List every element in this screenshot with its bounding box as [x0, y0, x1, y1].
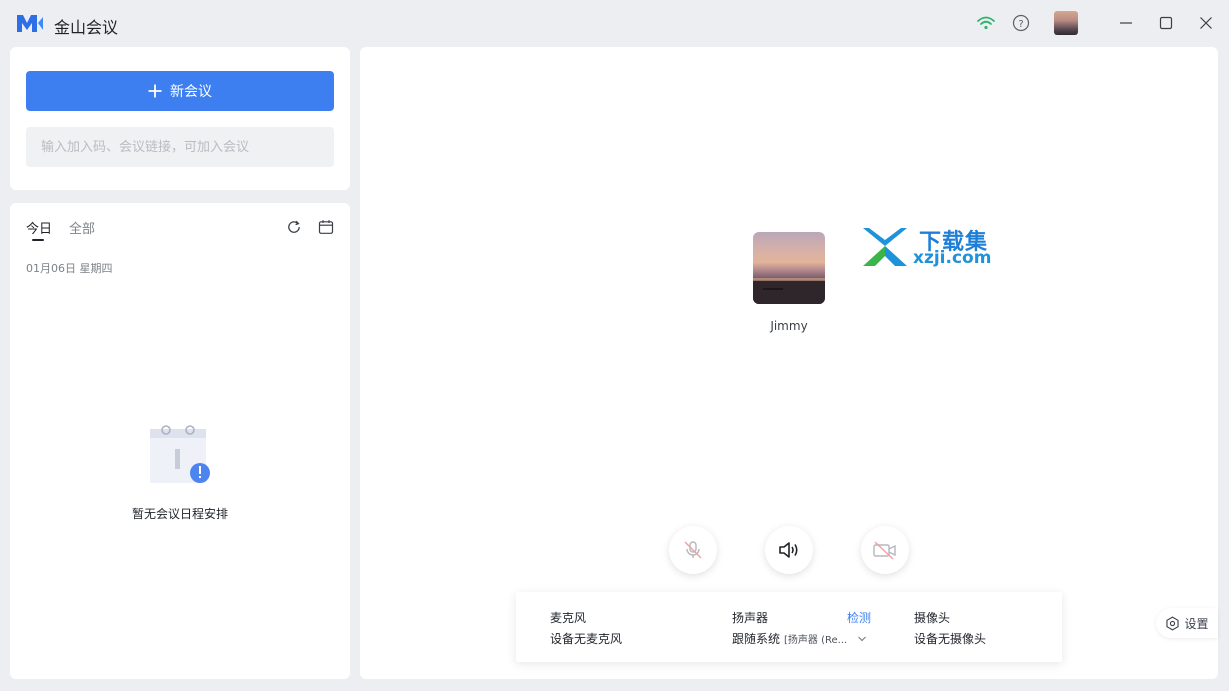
user-name: Jimmy: [770, 319, 808, 333]
empty-schedule-illustration: [150, 425, 210, 483]
camera-off-icon: [873, 541, 896, 560]
mic-off-icon: [684, 541, 702, 559]
chevron-down-icon: [858, 636, 867, 641]
empty-schedule-text: 暂无会议日程安排: [131, 507, 228, 521]
quick-start-card: 新会议: [10, 47, 350, 190]
speaker-check-link[interactable]: 检测: [847, 609, 871, 626]
device-settings-panel: 麦克风 设备无麦克风 扬声器 检测 跟随系统 [扬声器 (Re... 摄像头 设…: [516, 592, 1062, 662]
avatar[interactable]: [1054, 11, 1078, 35]
speaker-device-name: [扬声器 (Re...: [784, 635, 848, 646]
settings-label: 设置: [1184, 616, 1209, 631]
watermark: 下载集 xzji.com: [861, 224, 1001, 272]
minimize-icon[interactable]: [1115, 12, 1137, 34]
date-label: 01月06日 星期四: [26, 262, 113, 275]
speaker-value: 跟随系统: [732, 632, 781, 646]
user-avatar: [753, 232, 825, 304]
svg-text:?: ?: [1018, 19, 1023, 30]
settings-button[interactable]: 设置: [1156, 608, 1218, 638]
tab-today[interactable]: 今日: [26, 218, 52, 241]
app-title: 金山会议: [54, 18, 119, 37]
schedule-card: 今日 全部 01月06日 星期四 暂无会议日程安排: [10, 203, 350, 679]
watermark-logo-icon: [863, 228, 907, 266]
tab-all[interactable]: 全部: [69, 218, 95, 237]
join-meeting-input[interactable]: [26, 127, 334, 167]
speaker-toggle-button[interactable]: [765, 526, 813, 574]
mic-value: 设备无麦克风: [550, 632, 623, 646]
new-meeting-label: 新会议: [170, 84, 212, 100]
watermark-url: xzji.com: [913, 248, 992, 268]
refresh-icon[interactable]: [283, 216, 305, 238]
meeting-preview-panel: Jimmy 下载集 xzji.com: [360, 47, 1218, 679]
camera-toggle-button[interactable]: [861, 526, 909, 574]
camera-label: 摄像头: [914, 611, 951, 625]
maximize-icon[interactable]: [1155, 12, 1177, 34]
new-meeting-button[interactable]: 新会议: [26, 71, 334, 111]
speaker-label: 扬声器: [732, 611, 769, 625]
title-bar: 金山会议 ?: [0, 0, 1229, 46]
gear-icon: [1166, 616, 1180, 630]
mic-label: 麦克风: [550, 611, 587, 625]
mic-toggle-button[interactable]: [669, 526, 717, 574]
plus-icon: [148, 84, 162, 98]
help-icon[interactable]: ?: [1010, 12, 1032, 34]
wifi-icon: [975, 12, 997, 34]
calendar-icon[interactable]: [315, 216, 337, 238]
close-icon[interactable]: [1195, 12, 1217, 34]
logo-icon: [17, 15, 43, 32]
speaker-icon: [779, 542, 798, 558]
speaker-select[interactable]: 跟随系统 [扬声器 (Re...: [732, 630, 867, 647]
camera-value: 设备无摄像头: [914, 632, 987, 646]
